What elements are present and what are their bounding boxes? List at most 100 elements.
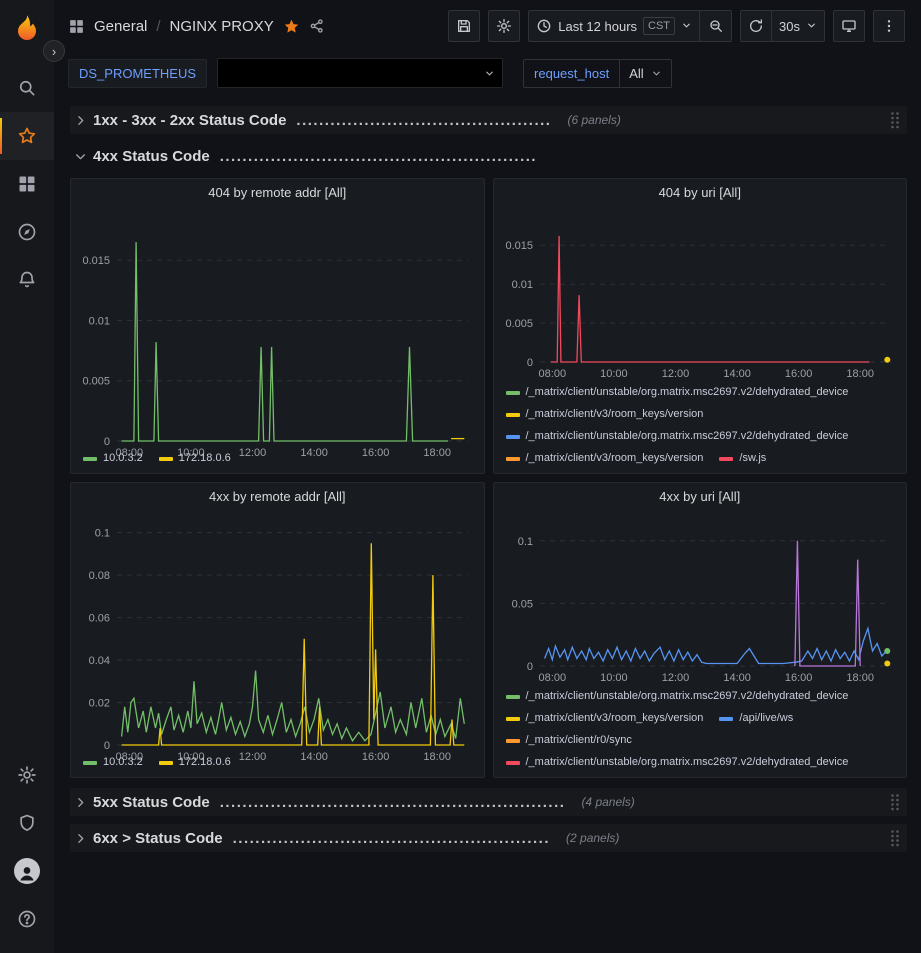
svg-text:18:00: 18:00 [846,368,874,380]
bell-icon [17,270,37,290]
dashboard-settings-button[interactable] [488,10,520,42]
share-button[interactable] [309,18,325,34]
grafana-app: › General / NGINX PROXY [0,0,921,953]
legend-marker [719,457,733,461]
tv-mode-button[interactable] [833,10,865,42]
legend-label: 172.18.0.6 [179,756,231,769]
chart-legend: /_matrix/client/unstable/org.matrix.msc2… [494,381,907,473]
legend-item[interactable]: /_matrix/client/v3/room_keys/version [506,452,704,465]
legend-item[interactable]: /_matrix/client/unstable/org.matrix.msc2… [506,430,849,443]
timeseries-chart[interactable]: 00.050.108:0010:0012:0014:0016:0018:00 [498,512,901,685]
refresh-button[interactable] [740,10,772,42]
datasource-variable-label[interactable]: DS_PROMETHEUS [68,59,207,88]
panel-title[interactable]: 404 by remote addr [All] [71,179,484,206]
row-title-dots: ........................................… [220,148,537,165]
row-5xx[interactable]: 5xx Status Code ........................… [70,788,907,816]
time-controls-group: Last 12 hours CST [528,10,732,42]
svg-text:10:00: 10:00 [600,368,628,380]
row-1xx-3xx-2xx[interactable]: 1xx - 3xx - 2xx Status Code ............… [70,106,907,134]
legend-item[interactable]: 172.18.0.6 [159,452,231,465]
row-title: 4xx Status Code [93,148,210,165]
request-host-variable-select[interactable]: All [620,59,671,88]
row-drag-handle[interactable] [887,111,903,129]
time-range-picker[interactable]: Last 12 hours CST [528,10,700,42]
timeseries-chart[interactable]: 00.0050.010.01508:0010:0012:0014:0016:00… [75,208,478,447]
refresh-interval-dropdown[interactable]: 30s [772,10,825,42]
panel-title[interactable]: 4xx by uri [All] [494,483,907,510]
request-host-variable-label[interactable]: request_host [523,59,620,88]
legend-item[interactable]: /_matrix/client/unstable/org.matrix.msc2… [506,756,849,769]
svg-text:12:00: 12:00 [661,368,689,380]
chevron-right-icon [74,114,87,127]
row-drag-handle[interactable] [887,829,903,847]
refresh-group: 30s [740,10,825,42]
legend-marker [506,413,520,417]
row-panel-count: (6 panels) [567,113,620,127]
sidebar-item-explore[interactable] [0,208,54,256]
sidebar-expand-button[interactable]: › [43,40,65,62]
sidebar-spacer [0,304,54,751]
row-panel-count: (2 panels) [566,831,619,845]
svg-text:0.1: 0.1 [95,528,110,540]
legend-item[interactable]: /_matrix/client/v3/room_keys/version [506,408,704,421]
row-drag-handle[interactable] [887,793,903,811]
sidebar-item-search[interactable] [0,64,54,112]
favorite-star-button[interactable] [283,18,300,35]
gear-icon [496,18,512,34]
topbar-actions: Last 12 hours CST 30s [448,10,905,42]
legend-item[interactable]: /sw.js [719,452,766,465]
kebab-menu-button[interactable] [873,10,905,42]
chart-svg: 00.0050.010.01508:0010:0012:0014:0016:00… [498,208,901,381]
row-6xx[interactable]: 6xx > Status Code ......................… [70,824,907,852]
timeseries-chart[interactable]: 00.0050.010.01508:0010:0012:0014:0016:00… [498,208,901,381]
breadcrumb: General / NGINX PROXY [68,18,325,35]
legend-item[interactable]: 10.0.3.2 [83,452,143,465]
panel-title[interactable]: 4xx by remote addr [All] [71,483,484,510]
svg-text:0.01: 0.01 [89,316,110,328]
panel-404-by-remote-addr: 404 by remote addr [All] 00.0050.010.015… [70,178,485,474]
chevron-down-icon [74,150,87,163]
svg-text:0: 0 [526,661,532,673]
sidebar-item-starred[interactable] [0,112,54,160]
legend-item[interactable]: /_matrix/client/unstable/org.matrix.msc2… [506,690,849,703]
sidebar-item-dashboards[interactable] [0,160,54,208]
sidebar [0,0,54,953]
sidebar-item-profile[interactable] [0,847,54,895]
timezone-badge: CST [643,17,675,35]
svg-text:0.05: 0.05 [511,598,532,610]
save-dashboard-button[interactable] [448,10,480,42]
svg-text:0: 0 [526,357,532,369]
zoom-out-button[interactable] [700,10,732,42]
refresh-interval-label: 30s [779,19,800,34]
dashboard-topbar: General / NGINX PROXY [54,0,921,52]
legend-item[interactable]: /_matrix/client/v3/room_keys/version [506,712,704,725]
datasource-variable-select[interactable] [217,58,503,88]
breadcrumb-dashboard-title[interactable]: NGINX PROXY [170,18,274,35]
chart-svg: 00.050.108:0010:0012:0014:0016:0018:00 [498,512,901,685]
legend-item[interactable]: 172.18.0.6 [159,756,231,769]
breadcrumb-folder[interactable]: General [94,18,147,35]
legend-item[interactable]: 10.0.3.2 [83,756,143,769]
row-panel-count: (4 panels) [581,795,634,809]
sidebar-item-alerting[interactable] [0,256,54,304]
legend-marker [506,695,520,699]
timeseries-chart[interactable]: 00.020.040.060.080.108:0010:0012:0014:00… [75,512,478,751]
main-area: › General / NGINX PROXY [54,0,921,953]
svg-text:0.015: 0.015 [82,255,110,267]
row-title-dots: ........................................… [233,830,550,847]
legend-item[interactable]: /api/live/ws [719,712,793,725]
legend-item[interactable]: /_matrix/client/r0/sync [506,734,632,747]
legend-label: 10.0.3.2 [103,452,143,465]
legend-marker [506,391,520,395]
row-4xx[interactable]: 4xx Status Code ........................… [70,142,907,170]
avatar [14,858,40,884]
sidebar-item-server-admin[interactable] [0,799,54,847]
sidebar-item-configuration[interactable] [0,751,54,799]
legend-item[interactable]: /_matrix/client/unstable/org.matrix.msc2… [506,386,849,399]
panel-title[interactable]: 404 by uri [All] [494,179,907,206]
legend-label: /_matrix/client/unstable/org.matrix.msc2… [526,690,849,703]
legend-marker [506,761,520,765]
panel-404-by-uri: 404 by uri [All] 00.0050.010.01508:0010:… [493,178,908,474]
sidebar-item-help[interactable] [0,895,54,943]
svg-text:08:00: 08:00 [538,368,566,380]
